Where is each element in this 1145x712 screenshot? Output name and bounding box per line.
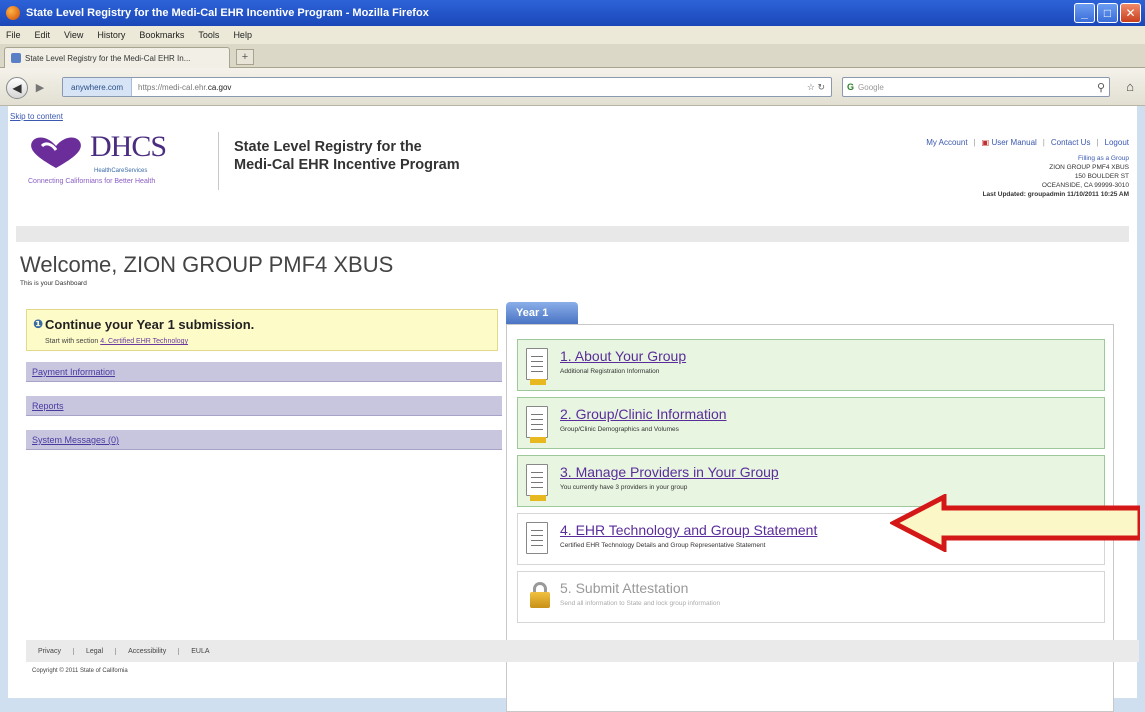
header-divider bbox=[218, 132, 219, 190]
document-check-icon bbox=[526, 348, 548, 385]
continue-section-link[interactable]: 4. Certified EHR Technology bbox=[100, 338, 188, 345]
url-text: https://medi-cal.ehr.ca.gov bbox=[132, 83, 231, 92]
continue-subtitle: Start with section 4. Certified EHR Tech… bbox=[45, 338, 188, 345]
heart-logo-icon bbox=[31, 137, 81, 168]
step-title[interactable]: 3. Manage Providers in Your Group bbox=[560, 464, 779, 480]
back-button[interactable]: ◀ bbox=[6, 77, 28, 99]
step-subtitle: Group/Clinic Demographics and Volumes bbox=[560, 426, 679, 433]
footer-links: Privacy Legal Accessibility EULA bbox=[26, 640, 1139, 662]
step-subtitle: Certified EHR Technology Details and Gro… bbox=[560, 542, 766, 549]
window-title: State Level Registry for the Medi-Cal EH… bbox=[26, 7, 429, 19]
logout-link[interactable]: Logout bbox=[1105, 138, 1129, 147]
menu-view[interactable]: View bbox=[64, 30, 83, 40]
welcome-heading: Welcome, ZION GROUP PMF4 XBUS bbox=[20, 252, 394, 277]
continue-title: Continue your Year 1 submission. bbox=[45, 317, 255, 332]
reports-link[interactable]: Reports bbox=[26, 396, 502, 416]
step-group-clinic-information[interactable]: 2. Group/Clinic Information Group/Clinic… bbox=[517, 397, 1105, 449]
payment-information-link[interactable]: Payment Information bbox=[26, 362, 502, 382]
step-title[interactable]: 4. EHR Technology and Group Statement bbox=[560, 522, 817, 538]
continue-notice: ❶ Continue your Year 1 submission. Start… bbox=[26, 309, 498, 351]
navigation-bar: ◀ ▶ anywhere.com https://medi-cal.ehr.ca… bbox=[0, 68, 1145, 106]
separator: | bbox=[973, 138, 976, 147]
system-messages-link[interactable]: System Messages (0) bbox=[26, 430, 502, 450]
search-placeholder: Google bbox=[858, 82, 884, 92]
forward-button[interactable]: ▶ bbox=[32, 80, 48, 96]
step-subtitle: Additional Registration Information bbox=[560, 368, 660, 375]
tab-year-1[interactable]: Year 1 bbox=[506, 302, 578, 324]
new-tab-button[interactable]: + bbox=[236, 49, 254, 65]
home-icon[interactable]: ⌂ bbox=[1122, 79, 1138, 95]
copyright: Copyright © 2011 State of California bbox=[32, 668, 128, 674]
url-main: ca.gov bbox=[207, 82, 232, 92]
window-controls: _ □ ✕ bbox=[1074, 3, 1141, 23]
document-check-icon bbox=[526, 464, 548, 501]
tab-bar: State Level Registry for the Medi-Cal EH… bbox=[0, 44, 1145, 68]
separator: | bbox=[1096, 138, 1099, 147]
site-title: State Level Registry for the Medi-Cal EH… bbox=[234, 138, 460, 174]
skip-to-content-link[interactable]: Skip to content bbox=[10, 112, 63, 121]
window-title-bar: State Level Registry for the Medi-Cal EH… bbox=[0, 0, 1145, 26]
menu-bar: File Edit View History Bookmarks Tools H… bbox=[0, 26, 1145, 44]
tab-label: State Level Registry for the Medi-Cal EH… bbox=[25, 53, 191, 63]
menu-tools[interactable]: Tools bbox=[198, 30, 219, 40]
site-title-line2: Medi-Cal EHR Incentive Program bbox=[234, 157, 460, 173]
menu-file[interactable]: File bbox=[6, 30, 21, 40]
eula-link[interactable]: EULA bbox=[179, 648, 221, 655]
logo-name: DHCS bbox=[90, 130, 167, 163]
my-account-link[interactable]: My Account bbox=[926, 138, 967, 147]
step-title[interactable]: 1. About Your Group bbox=[560, 348, 686, 364]
browser-tab[interactable]: State Level Registry for the Medi-Cal EH… bbox=[4, 47, 230, 68]
menu-bookmarks[interactable]: Bookmarks bbox=[139, 30, 184, 40]
search-engine-icon[interactable]: G bbox=[847, 82, 854, 92]
step-submit-attestation: 5. Submit Attestation Send all informati… bbox=[517, 571, 1105, 623]
accessibility-link[interactable]: Accessibility bbox=[116, 647, 180, 655]
menu-help[interactable]: Help bbox=[233, 30, 252, 40]
header-gray-bar bbox=[16, 226, 1129, 242]
web-page: Skip to content DHCS HealthCareServices … bbox=[8, 106, 1139, 712]
favicon-icon bbox=[11, 53, 21, 63]
annotation-arrow-icon bbox=[890, 494, 1140, 552]
step-title[interactable]: 2. Group/Clinic Information bbox=[560, 406, 727, 422]
document-check-icon bbox=[526, 406, 548, 443]
contact-us-link[interactable]: Contact Us bbox=[1051, 138, 1091, 147]
step-subtitle: Send all information to State and lock g… bbox=[560, 600, 721, 607]
maximize-button[interactable]: □ bbox=[1097, 3, 1118, 23]
search-icon[interactable]: ⚲ bbox=[1097, 81, 1109, 94]
info-icon: ❶ bbox=[33, 317, 44, 331]
menu-edit[interactable]: Edit bbox=[35, 30, 51, 40]
org-address: 150 BOULDER ST bbox=[1074, 173, 1129, 180]
close-button[interactable]: ✕ bbox=[1120, 3, 1141, 23]
separator: | bbox=[1042, 138, 1045, 147]
lock-icon bbox=[530, 582, 550, 608]
dhcs-logo[interactable]: DHCS HealthCareServices Connecting Calif… bbox=[28, 130, 214, 188]
org-city: OCEANSIDE, CA 99999-3010 bbox=[1041, 182, 1129, 189]
url-bar[interactable]: anywhere.com https://medi-cal.ehr.ca.gov… bbox=[62, 77, 832, 97]
logo-subtitle: HealthCareServices bbox=[94, 168, 148, 174]
top-links: My Account | ▣ User Manual | Contact Us … bbox=[926, 138, 1129, 147]
step-subtitle: You currently have 3 providers in your g… bbox=[560, 484, 688, 491]
dashboard-subtitle: This is your Dashboard bbox=[20, 280, 87, 287]
step-title: 5. Submit Attestation bbox=[560, 580, 689, 596]
continue-sub-prefix: Start with section bbox=[45, 338, 99, 345]
document-icon bbox=[526, 522, 548, 554]
site-title-line1: State Level Registry for the bbox=[234, 139, 422, 155]
menu-history[interactable]: History bbox=[97, 30, 125, 40]
search-bar[interactable]: G Google ⚲ bbox=[842, 77, 1110, 97]
org-info: Filling as a Group ZION GROUP PMF4 XBUS … bbox=[983, 154, 1129, 199]
pdf-icon: ▣ bbox=[981, 138, 990, 147]
url-prefix: https://medi-cal.ehr. bbox=[138, 82, 208, 92]
step-about-your-group[interactable]: 1. About Your Group Additional Registrat… bbox=[517, 339, 1105, 391]
user-manual-link[interactable]: ▣ User Manual bbox=[982, 138, 1037, 147]
firefox-icon bbox=[6, 6, 20, 20]
legal-link[interactable]: Legal bbox=[74, 647, 117, 655]
reload-icon[interactable]: ☆ ↻ bbox=[807, 82, 831, 93]
minimize-button[interactable]: _ bbox=[1074, 3, 1095, 23]
org-name: ZION GROUP PMF4 XBUS bbox=[1049, 164, 1129, 171]
logo-tagline: Connecting Californians for Better Healt… bbox=[28, 178, 156, 185]
org-role[interactable]: Filling as a Group bbox=[983, 154, 1129, 163]
user-manual-label: User Manual bbox=[991, 138, 1037, 147]
last-updated: Last Updated: groupadmin 11/10/2011 10:2… bbox=[982, 191, 1129, 198]
privacy-link[interactable]: Privacy bbox=[26, 647, 74, 655]
site-identity[interactable]: anywhere.com bbox=[63, 78, 133, 96]
